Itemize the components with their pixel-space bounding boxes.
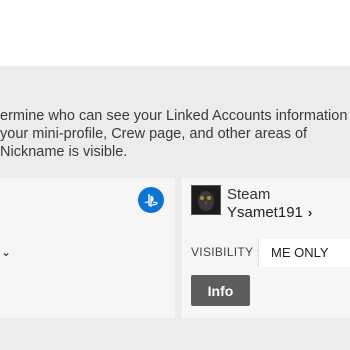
chevron-right-icon: › xyxy=(307,205,313,220)
visibility-label: VISIBILITY : xyxy=(191,245,261,259)
linked-accounts-description: ermine who can see your Linked Accounts … xyxy=(0,107,350,161)
top-band xyxy=(0,0,350,66)
steam-account-link[interactable]: Ysamet191 › xyxy=(227,204,312,221)
chevron-down-icon[interactable]: ⌄ xyxy=(1,245,11,259)
platform-name: Steam xyxy=(227,186,271,203)
account-name: Ysamet191 xyxy=(227,204,303,221)
description-line-3: Nickname is visible. xyxy=(0,144,128,160)
description-line-2: your mini-profile, Crew page, and other … xyxy=(0,126,308,142)
playstation-icon xyxy=(138,187,164,213)
description-line-1: ermine who can see your Linked Accounts … xyxy=(0,108,350,124)
info-button[interactable]: Info xyxy=(191,275,250,306)
avatar xyxy=(191,185,221,215)
visibility-select[interactable]: ME ONLY xyxy=(258,239,350,267)
